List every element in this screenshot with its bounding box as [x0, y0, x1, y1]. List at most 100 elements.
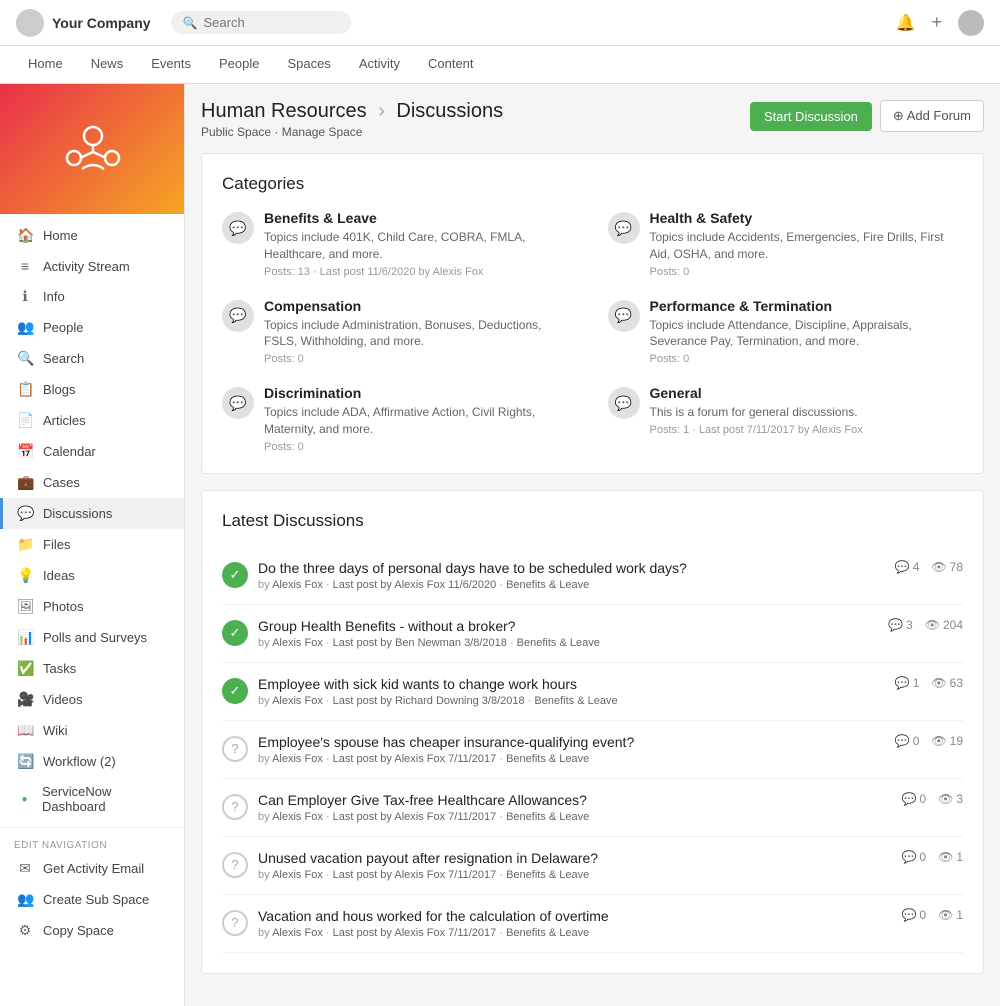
discussion-author: Alexis Fox: [272, 579, 323, 591]
sidebar-item-people[interactable]: 👥 People: [0, 312, 184, 343]
sidebar-item-files[interactable]: 📁 Files: [0, 529, 184, 560]
view-icon: 👁: [931, 676, 946, 690]
latest-discussions-title: Latest Discussions: [222, 511, 963, 531]
discussion-body: Group Health Benefits - without a broker…: [258, 618, 878, 649]
sidebar-item-search[interactable]: 🔍 Search: [0, 343, 184, 374]
sidebar-item-copy-space[interactable]: ⚙ Copy Space: [0, 915, 184, 946]
view-icon: 👁: [925, 618, 940, 632]
discussion-category[interactable]: Benefits & Leave: [534, 695, 617, 707]
sidebar-item-servicenow[interactable]: ● ServiceNow Dashboard: [0, 777, 184, 821]
nav-people[interactable]: People: [207, 48, 271, 81]
user-avatar-icon[interactable]: [958, 10, 984, 36]
view-number: 3: [956, 792, 963, 806]
home-icon: 🏠: [17, 227, 33, 244]
category-name[interactable]: Performance & Termination: [650, 298, 964, 314]
sidebar-item-tasks[interactable]: ✅ Tasks: [0, 653, 184, 684]
sidebar-item-calendar[interactable]: 📅 Calendar: [0, 436, 184, 467]
table-row: ? Employee's spouse has cheaper insuranc…: [222, 721, 963, 779]
category-name[interactable]: Health & Safety: [650, 210, 964, 226]
discussion-title[interactable]: Do the three days of personal days have …: [258, 560, 885, 576]
discussion-category[interactable]: Benefits & Leave: [506, 927, 589, 939]
sidebar-item-label: Videos: [43, 692, 83, 707]
discussion-title[interactable]: Employee with sick kid wants to change w…: [258, 676, 885, 692]
sidebar-item-videos[interactable]: 🎥 Videos: [0, 684, 184, 715]
sidebar-item-blogs[interactable]: 📋 Blogs: [0, 374, 184, 405]
sidebar-item-photos[interactable]: 🖼 Photos: [0, 591, 184, 622]
category-name[interactable]: Discrimination: [264, 385, 578, 401]
nav-news[interactable]: News: [79, 48, 136, 81]
category-item: 💬 Benefits & Leave Topics include 401K, …: [222, 210, 578, 278]
discussion-body: Employee with sick kid wants to change w…: [258, 676, 885, 707]
sidebar-item-home[interactable]: 🏠 Home: [0, 220, 184, 251]
notification-icon[interactable]: 🔔: [896, 13, 916, 33]
view-icon: 👁: [938, 908, 953, 922]
view-count: 👁 78: [931, 560, 963, 574]
sidebar-item-cases[interactable]: 💼 Cases: [0, 467, 184, 498]
category-icon: 💬: [608, 300, 640, 332]
comment-icon: 💬: [895, 676, 910, 690]
sidebar-item-workflow[interactable]: 🔄 Workflow (2): [0, 746, 184, 777]
breadcrumb-current: Discussions: [396, 100, 503, 122]
discussion-title[interactable]: Unused vacation payout after resignation…: [258, 850, 891, 866]
sidebar-item-label: Home: [43, 228, 78, 243]
add-forum-button[interactable]: ⊕ Add Forum: [880, 100, 984, 132]
nav-activity[interactable]: Activity: [347, 48, 412, 81]
comment-count: 💬 1: [895, 676, 920, 690]
discussion-category[interactable]: Benefits & Leave: [506, 811, 589, 823]
view-number: 19: [950, 734, 963, 748]
discussion-meta: by Alexis Fox · Last post by Alexis Fox …: [258, 811, 891, 823]
public-space-link[interactable]: Public Space: [201, 125, 271, 139]
company-logo[interactable]: Your Company: [16, 9, 151, 37]
discussion-title[interactable]: Can Employer Give Tax-free Healthcare Al…: [258, 792, 891, 808]
sidebar: 🏠 Home ≡ Activity Stream ℹ Info 👥 People…: [0, 84, 185, 1006]
discussion-title[interactable]: Group Health Benefits - without a broker…: [258, 618, 878, 634]
discussion-category[interactable]: Benefits & Leave: [506, 869, 589, 881]
photos-icon: 🖼: [17, 598, 33, 615]
category-name[interactable]: Benefits & Leave: [264, 210, 578, 226]
sidebar-item-create-sub-space[interactable]: 👥 Create Sub Space: [0, 884, 184, 915]
sidebar-item-label: ServiceNow Dashboard: [42, 784, 170, 814]
comment-number: 0: [919, 908, 926, 922]
nav-spaces[interactable]: Spaces: [275, 48, 342, 81]
sidebar-item-activity-stream[interactable]: ≡ Activity Stream: [0, 251, 184, 281]
category-name[interactable]: Compensation: [264, 298, 578, 314]
sidebar-item-discussions[interactable]: 💬 Discussions: [0, 498, 184, 529]
comment-number: 0: [913, 734, 920, 748]
sidebar-item-label: Cases: [43, 475, 80, 490]
category-body: Health & Safety Topics include Accidents…: [650, 210, 964, 278]
sidebar-divider: [0, 827, 184, 828]
view-count: 👁 19: [931, 734, 963, 748]
sidebar-item-get-activity-email[interactable]: ✉ Get Activity Email: [0, 853, 184, 884]
ideas-icon: 💡: [17, 567, 33, 584]
latest-discussions-card: Latest Discussions ✓ Do the three days o…: [201, 490, 984, 974]
discussion-meta: by Alexis Fox · Last post by Alexis Fox …: [258, 927, 891, 939]
sidebar-item-articles[interactable]: 📄 Articles: [0, 405, 184, 436]
start-discussion-button[interactable]: Start Discussion: [750, 102, 872, 131]
topbar-search[interactable]: 🔍: [171, 11, 351, 34]
sidebar-item-info[interactable]: ℹ Info: [0, 281, 184, 312]
discussion-stats: 💬 0 👁 1: [901, 908, 963, 922]
videos-icon: 🎥: [17, 691, 33, 708]
discussion-title[interactable]: Vacation and hous worked for the calcula…: [258, 908, 891, 924]
discussion-category[interactable]: Benefits & Leave: [517, 637, 600, 649]
nav-content[interactable]: Content: [416, 48, 486, 81]
sidebar-item-ideas[interactable]: 💡 Ideas: [0, 560, 184, 591]
breadcrumb-space[interactable]: Human Resources: [201, 100, 367, 122]
add-icon[interactable]: +: [931, 12, 942, 33]
unresolved-icon: ?: [222, 736, 248, 762]
sidebar-item-polls-surveys[interactable]: 📊 Polls and Surveys: [0, 622, 184, 653]
view-count: 👁 3: [938, 792, 963, 806]
discussion-title[interactable]: Employee's spouse has cheaper insurance-…: [258, 734, 885, 750]
discussion-category[interactable]: Benefits & Leave: [506, 753, 589, 765]
sidebar-item-wiki[interactable]: 📖 Wiki: [0, 715, 184, 746]
nav-events[interactable]: Events: [139, 48, 203, 81]
view-number: 78: [950, 560, 963, 574]
comment-count: 💬 0: [895, 734, 920, 748]
category-body: Benefits & Leave Topics include 401K, Ch…: [264, 210, 578, 278]
search-input[interactable]: [203, 15, 323, 30]
discussion-last: Last post by Alexis Fox 7/11/2017: [333, 927, 497, 939]
nav-home[interactable]: Home: [16, 48, 75, 81]
manage-space-link[interactable]: Manage Space: [282, 125, 363, 139]
discussion-category[interactable]: Benefits & Leave: [506, 579, 589, 591]
category-name[interactable]: General: [650, 385, 863, 401]
